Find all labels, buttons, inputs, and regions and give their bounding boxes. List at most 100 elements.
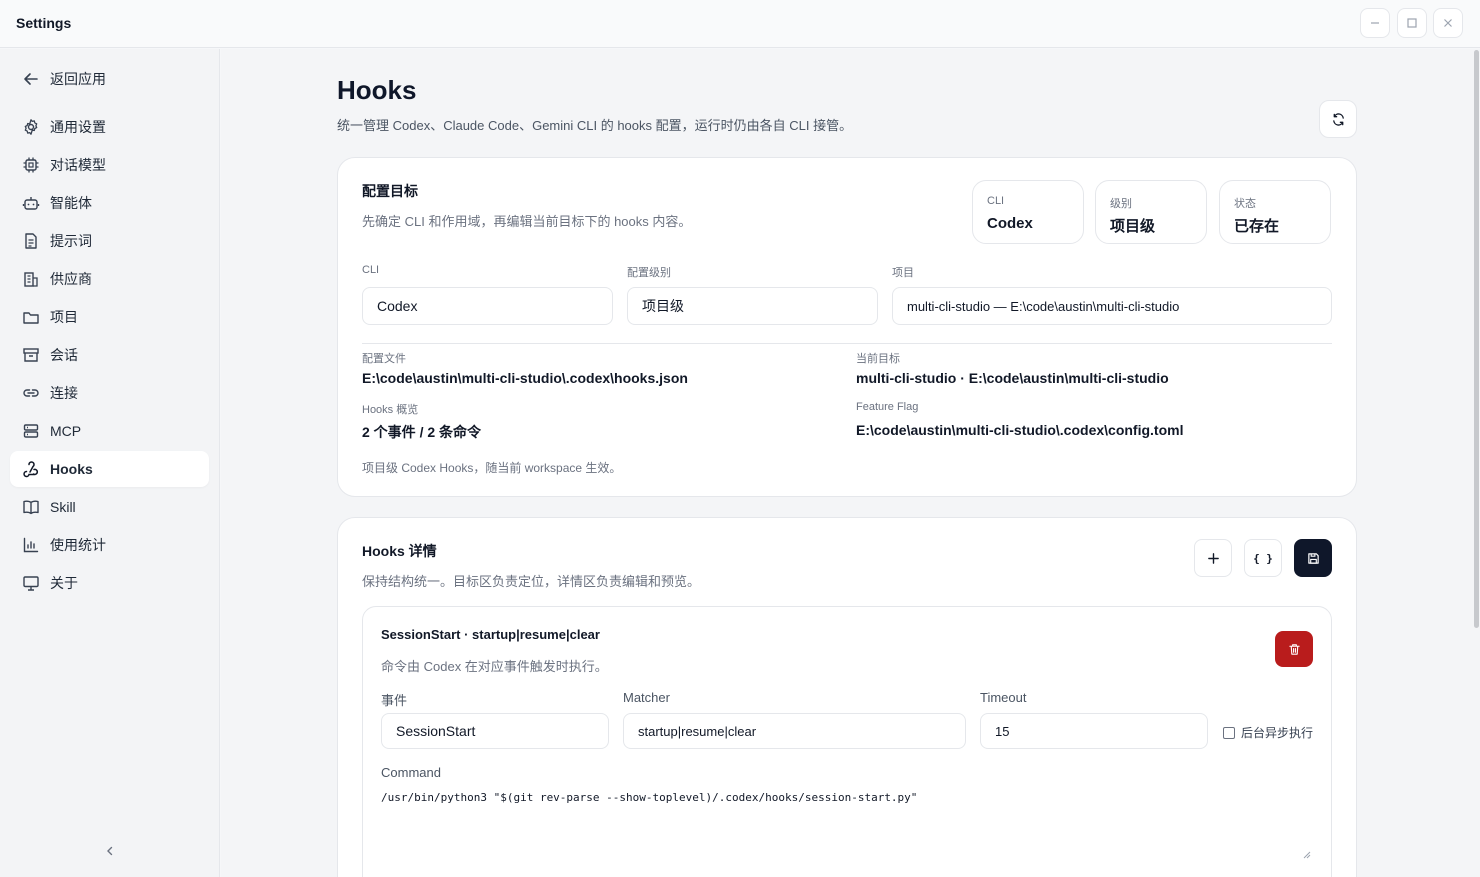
add-hook-button[interactable] xyxy=(1194,539,1232,577)
book-icon xyxy=(22,498,40,516)
sidebar-item-label: 对话模型 xyxy=(50,157,106,173)
sidebar-item-label: 关于 xyxy=(50,575,78,591)
gear-icon xyxy=(22,118,40,136)
document-icon xyxy=(22,232,40,250)
close-button[interactable] xyxy=(1433,8,1463,38)
feature-flag-label: Feature Flag xyxy=(856,401,919,413)
sidebar-item-agents[interactable]: 智能体 xyxy=(10,185,209,221)
current-target-value: multi-cli-studio · E:\code\austin\multi-… xyxy=(856,370,1169,386)
sidebar-item-label: Hooks xyxy=(50,461,93,477)
hook-subtitle: 命令由 Codex 在对应事件触发时执行。 xyxy=(381,659,608,674)
hooks-details-card: Hooks 详情 保持结构统一。目标区负责定位，详情区负责编辑和预览。 { } … xyxy=(337,517,1357,877)
feature-flag-value: E:\code\austin\multi-cli-studio\.codex\c… xyxy=(856,422,1184,438)
server-icon xyxy=(22,422,40,440)
webhook-icon xyxy=(22,460,40,478)
back-label: 返回应用 xyxy=(50,71,106,87)
stat-level: 级别 项目级 xyxy=(1095,180,1207,244)
sidebar-item-connections[interactable]: 连接 xyxy=(10,375,209,411)
main-content: Hooks 统一管理 Codex、Claude Code、Gemini CLI … xyxy=(221,49,1480,877)
refresh-icon xyxy=(1332,112,1344,126)
cli-select[interactable]: Codex xyxy=(362,287,613,325)
sidebar-item-label: Skill xyxy=(50,499,76,515)
sidebar-item-models[interactable]: 对话模型 xyxy=(10,147,209,183)
bot-icon xyxy=(22,194,40,212)
arrow-left-icon xyxy=(22,70,40,88)
stat-value: Codex xyxy=(987,215,1033,232)
minimize-button[interactable] xyxy=(1360,8,1390,38)
save-icon xyxy=(1307,552,1319,564)
async-checkbox[interactable] xyxy=(1223,726,1235,739)
sidebar-item-label: 通用设置 xyxy=(50,119,106,135)
matcher-input[interactable]: startup|resume|clear xyxy=(623,713,966,749)
title-bar: Settings xyxy=(0,0,1480,48)
sidebar-item-label: 会话 xyxy=(50,347,78,363)
folder-icon xyxy=(22,308,40,326)
sidebar: 返回应用 通用设置 对话模型 智能体 提示词 供应商 项目 会话 连接 MCP … xyxy=(0,49,220,877)
project-select[interactable]: multi-cli-studio — E:\code\austin\multi-… xyxy=(892,287,1332,325)
building-icon xyxy=(22,270,40,288)
sidebar-item-label: 项目 xyxy=(50,309,78,325)
sidebar-item-label: 连接 xyxy=(50,385,78,401)
hook-title: SessionStart · startup|resume|clear xyxy=(381,627,600,642)
sidebar-item-hooks[interactable]: Hooks xyxy=(10,451,209,487)
link-icon xyxy=(22,384,40,402)
matcher-label: Matcher xyxy=(623,690,670,705)
scope-note: 项目级 Codex Hooks，随当前 workspace 生效。 xyxy=(362,461,622,475)
sidebar-item-stats[interactable]: 使用统计 xyxy=(10,527,209,563)
scrollbar[interactable] xyxy=(1474,50,1479,628)
sidebar-item-general[interactable]: 通用设置 xyxy=(10,109,209,145)
card-title: Hooks 详情 xyxy=(362,543,437,559)
sidebar-item-label: 使用统计 xyxy=(50,537,106,553)
sidebar-item-label: 供应商 xyxy=(50,271,92,287)
config-file-value: E:\code\austin\multi-cli-studio\.codex\h… xyxy=(362,370,688,386)
stat-label: 状态 xyxy=(1234,198,1256,210)
minimize-icon xyxy=(1371,22,1379,24)
cpu-icon xyxy=(22,156,40,174)
chart-icon xyxy=(22,536,40,554)
sidebar-item-prompts[interactable]: 提示词 xyxy=(10,223,209,259)
timeout-input[interactable]: 15 xyxy=(980,713,1208,749)
braces-icon: { } xyxy=(1253,551,1273,565)
cli-field-label: CLI xyxy=(362,264,380,276)
async-option[interactable]: 后台异步执行 xyxy=(1223,724,1313,741)
level-select[interactable]: 项目级 xyxy=(627,287,878,325)
resize-grip-icon[interactable] xyxy=(1303,851,1311,859)
delete-hook-button[interactable] xyxy=(1275,631,1313,667)
stat-cli: CLI Codex xyxy=(972,180,1084,244)
card-title: 配置目标 xyxy=(362,183,418,199)
command-textarea[interactable]: /usr/bin/python3 "$(git rev-parse --show… xyxy=(377,783,1315,863)
maximize-button[interactable] xyxy=(1397,8,1427,38)
sidebar-item-providers[interactable]: 供应商 xyxy=(10,261,209,297)
event-input[interactable]: SessionStart xyxy=(381,713,609,749)
page-title: Hooks xyxy=(337,75,417,105)
overview-label: Hooks 概览 xyxy=(362,404,419,416)
command-text: /usr/bin/python3 "$(git rev-parse --show… xyxy=(381,791,918,804)
sidebar-item-about[interactable]: 关于 xyxy=(10,565,209,601)
json-view-button[interactable]: { } xyxy=(1244,539,1282,577)
save-button[interactable] xyxy=(1294,539,1332,577)
sidebar-item-projects[interactable]: 项目 xyxy=(10,299,209,335)
sidebar-item-skill[interactable]: Skill xyxy=(10,489,209,525)
current-target-label: 当前目标 xyxy=(856,353,900,365)
page-description: 统一管理 Codex、Claude Code、Gemini CLI 的 hook… xyxy=(337,118,853,133)
collapse-sidebar-button[interactable] xyxy=(100,841,120,861)
trash-icon xyxy=(1288,643,1300,655)
card-subtitle: 先确定 CLI 和作用域，再编辑当前目标下的 hooks 内容。 xyxy=(362,214,692,229)
sidebar-item-label: 智能体 xyxy=(50,195,92,211)
sidebar-item-label: 提示词 xyxy=(50,233,92,249)
refresh-button[interactable] xyxy=(1319,100,1357,138)
config-target-card: 配置目标 先确定 CLI 和作用域，再编辑当前目标下的 hooks 内容。 CL… xyxy=(337,157,1357,497)
stat-label: CLI xyxy=(987,195,1005,207)
back-to-app-button[interactable]: 返回应用 xyxy=(10,61,209,97)
stat-status: 状态 已存在 xyxy=(1219,180,1331,244)
monitor-icon xyxy=(22,574,40,592)
overview-value: 2 个事件 / 2 条命令 xyxy=(362,424,482,440)
sidebar-item-sessions[interactable]: 会话 xyxy=(10,337,209,373)
plus-icon xyxy=(1207,552,1219,564)
config-file-label: 配置文件 xyxy=(362,353,406,365)
command-label: Command xyxy=(381,765,441,780)
async-label: 后台异步执行 xyxy=(1241,726,1314,740)
sidebar-item-mcp[interactable]: MCP xyxy=(10,413,209,449)
event-label: 事件 xyxy=(381,693,408,708)
window-title: Settings xyxy=(16,15,72,31)
